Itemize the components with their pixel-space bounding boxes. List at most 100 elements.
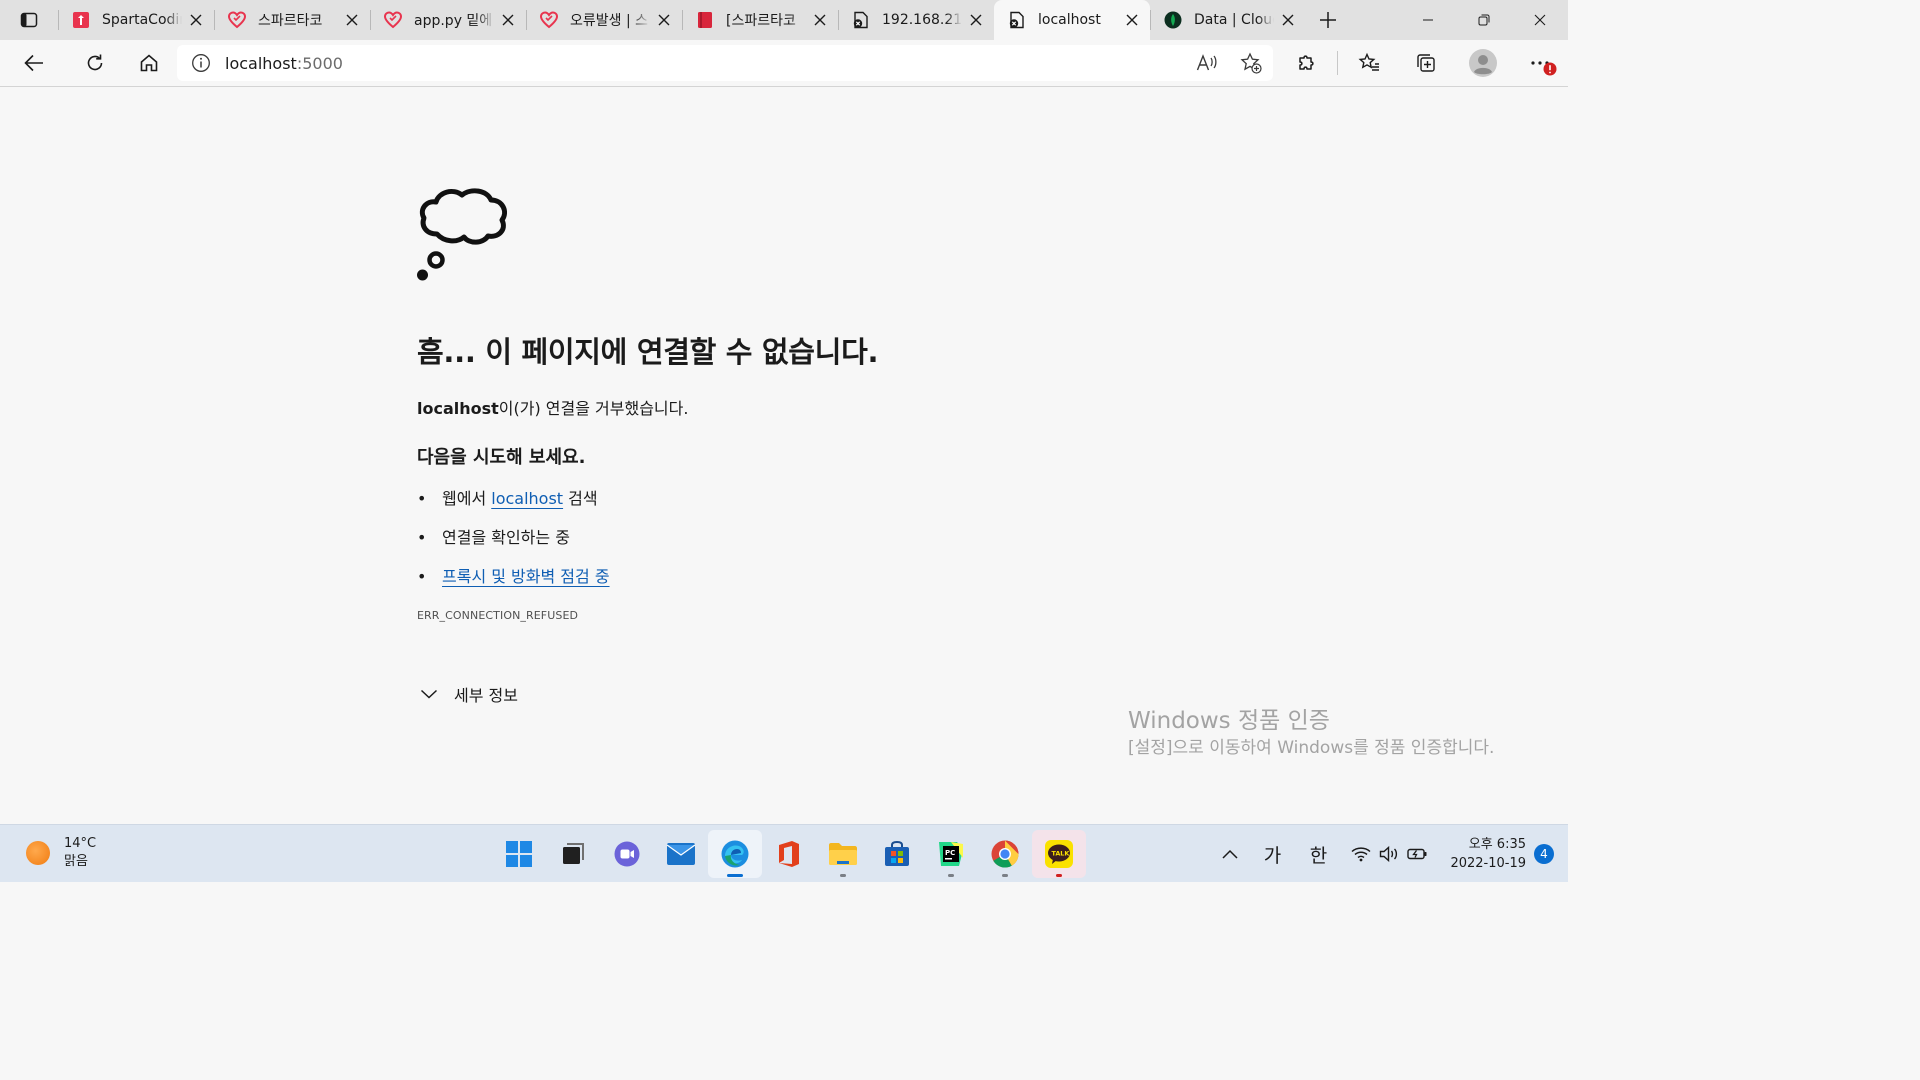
teams-chat-button[interactable] (600, 830, 654, 878)
tab-title: [스파르타코 (726, 13, 796, 29)
url-host: localhost (225, 53, 297, 73)
settings-more-button[interactable] (1511, 40, 1568, 86)
back-button[interactable] (0, 40, 68, 86)
avatar (1468, 49, 1497, 77)
chat-icon (614, 841, 640, 867)
read-aloud-button[interactable] (1185, 52, 1229, 74)
details-label: 세부 정보 (454, 686, 518, 705)
close-icon[interactable] (188, 12, 204, 28)
broken-page-icon (852, 11, 870, 29)
weather-temp: 14°C (64, 836, 97, 851)
add-favorite-button[interactable] (1229, 52, 1273, 74)
url-port: :5000 (296, 53, 343, 73)
quick-settings-button[interactable] (1342, 846, 1438, 862)
tab-sparta-community[interactable]: 스파르타코 (214, 0, 370, 40)
close-window-button[interactable] (1512, 0, 1568, 40)
svg-text:PC: PC (945, 849, 955, 857)
restore-button[interactable] (1456, 0, 1512, 40)
mail-button[interactable] (654, 830, 708, 878)
close-icon[interactable] (1124, 12, 1140, 28)
file-explorer-button[interactable] (816, 830, 870, 878)
battery-charging-icon (1407, 848, 1427, 860)
tab-sparta[interactable]: SpartaCodin (58, 0, 214, 40)
chrome-button[interactable] (978, 830, 1032, 878)
search-web-link[interactable]: localhost (491, 489, 563, 508)
profile-button[interactable] (1454, 40, 1511, 86)
kakaotalk-icon: TALK (1045, 840, 1073, 868)
suggestions-list: 웹에서 localhost 검색 연결을 확인하는 중 프록시 및 방화벽 점검… (417, 488, 1117, 605)
clock-date: 2022-10-19 (1450, 856, 1526, 871)
extensions-button[interactable] (1278, 40, 1335, 86)
tab-localhost[interactable]: localhost (994, 0, 1150, 40)
plus-icon (1320, 12, 1336, 28)
site-info-button[interactable] (177, 53, 225, 73)
tab-ip-address[interactable]: 192.168.219 (838, 0, 994, 40)
home-button[interactable] (122, 40, 176, 86)
store-icon (885, 840, 909, 866)
tab-title: localhost (1038, 12, 1101, 28)
minimize-button[interactable] (1400, 0, 1456, 40)
close-icon[interactable] (500, 12, 516, 28)
error-host: localhost (417, 399, 499, 418)
close-icon[interactable] (656, 12, 672, 28)
start-button[interactable] (492, 830, 546, 878)
star-plus-icon (1240, 52, 1262, 74)
notification-badge[interactable]: 4 (1534, 844, 1554, 864)
tab-strip: SpartaCodin 스파르타코 app.py 밑에 오류발생 | 스 [스파… (0, 0, 1568, 40)
tab-sparta-notes[interactable]: [스파르타코 (682, 0, 838, 40)
windows-activation-watermark: Windows 정품 인증 [설정]으로 이동하여 Windows를 정품 인증… (1128, 706, 1518, 760)
url-text[interactable]: localhost:5000 (225, 54, 343, 73)
ime-language-button[interactable]: 한 (1294, 841, 1342, 868)
details-toggle[interactable]: 세부 정보 (417, 682, 1117, 706)
close-icon[interactable] (812, 12, 828, 28)
close-icon[interactable] (1280, 12, 1296, 28)
mail-icon (666, 843, 696, 865)
pycharm-icon: PC (939, 842, 963, 866)
task-view-button[interactable] (546, 830, 600, 878)
tab-actions-button[interactable] (0, 0, 58, 40)
weather-widget[interactable]: 14°C 맑음 (26, 835, 96, 871)
weather-condition: 맑음 (64, 854, 88, 869)
sun-icon (26, 841, 50, 865)
refresh-button[interactable] (68, 40, 122, 86)
suggestion-text: 연결을 확인하는 중 (442, 528, 570, 547)
office-button[interactable] (762, 830, 816, 878)
error-title: 흠... 이 페이지에 연결할 수 없습니다. (417, 335, 879, 369)
pycharm-button[interactable]: PC (924, 830, 978, 878)
taskbar: 14°C 맑음 PC TALK 가 한 오후 6:35 2022-10-19 4 (0, 824, 1568, 882)
favorites-icon (1358, 52, 1379, 71)
suggestions-heading: 다음을 시도해 보세요. (417, 447, 586, 468)
home-icon (140, 54, 158, 72)
ime-mode-button[interactable]: 가 (1250, 841, 1294, 868)
heart-chat-icon (228, 11, 246, 29)
show-hidden-icons-button[interactable] (1210, 849, 1250, 859)
new-tab-button[interactable] (1306, 0, 1350, 40)
microsoft-store-button[interactable] (870, 830, 924, 878)
close-icon[interactable] (344, 12, 360, 28)
restore-icon (1478, 14, 1490, 26)
tab-title: Data | Cloud (1194, 12, 1274, 28)
list-item: 연결을 확인하는 중 (417, 527, 1117, 566)
chevron-up-icon (1222, 849, 1238, 859)
minimize-icon (1423, 19, 1433, 21)
tab-app-py[interactable]: app.py 밑에 (370, 0, 526, 40)
error-code: ERR_CONNECTION_REFUSED (417, 609, 579, 622)
clock-button[interactable]: 오후 6:35 2022-10-19 (1450, 835, 1526, 873)
heart-chat-icon (540, 11, 558, 29)
proxy-firewall-link[interactable]: 프록시 및 방화벽 점검 중 (442, 567, 610, 586)
kakaotalk-button[interactable]: TALK (1032, 830, 1086, 878)
collections-icon (1416, 54, 1435, 72)
address-bar[interactable]: localhost:5000 (177, 45, 1273, 81)
favorites-button[interactable] (1340, 40, 1397, 86)
tab-error-post[interactable]: 오류발생 | 스 (526, 0, 682, 40)
mongodb-leaf-icon (1164, 11, 1182, 29)
collections-button[interactable] (1397, 40, 1454, 86)
sparta-icon (72, 11, 90, 29)
edge-button[interactable] (708, 830, 762, 878)
chrome-icon (991, 840, 1019, 868)
tab-mongodb-cloud[interactable]: Data | Cloud (1150, 0, 1306, 40)
tab-title: 스파르타코 (258, 13, 323, 29)
list-item: 프록시 및 방화벽 점검 중 (417, 566, 1117, 605)
close-icon[interactable] (968, 12, 984, 28)
tab-actions-icon (20, 12, 38, 28)
